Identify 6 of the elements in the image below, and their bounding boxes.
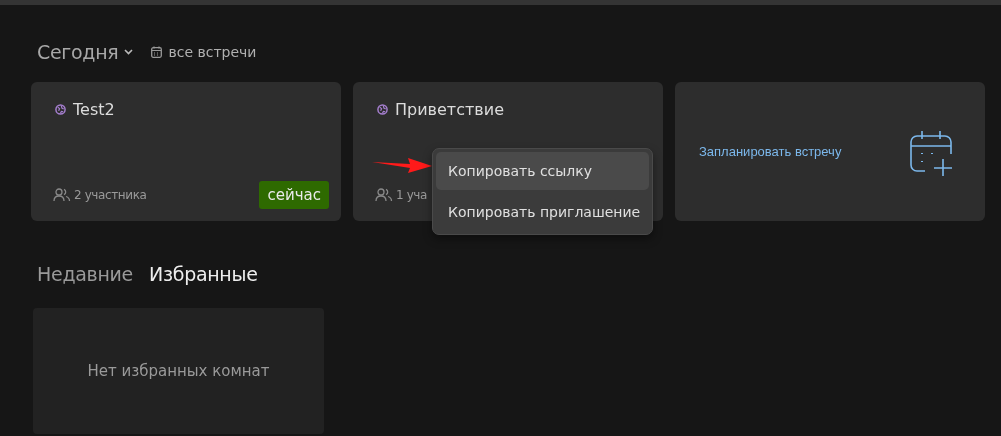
now-badge: сейчас — [259, 180, 329, 209]
meeting-title: Test2 — [73, 100, 115, 119]
participants-count: 2 участника — [74, 187, 147, 202]
empty-message: Нет избранных комнат — [87, 362, 270, 380]
participants-count: 1 уча — [396, 187, 427, 202]
meeting-title: Приветствие — [395, 100, 504, 119]
